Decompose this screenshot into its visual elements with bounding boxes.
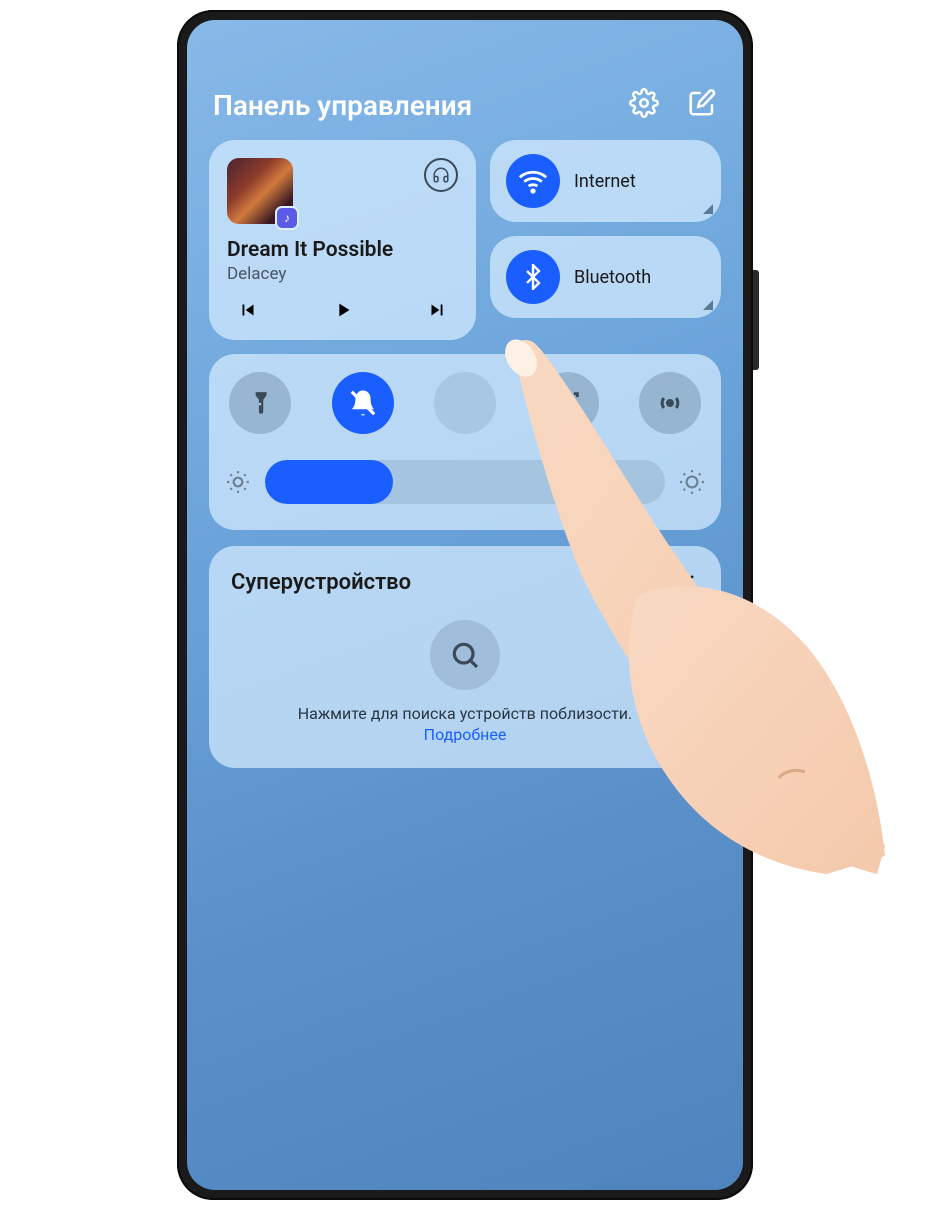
- brightness-fill: [265, 460, 393, 504]
- skip-next-icon: [426, 299, 448, 321]
- search-devices-button[interactable]: [430, 620, 500, 690]
- skip-previous-icon: [237, 299, 259, 321]
- expand-indicator-icon: [703, 300, 713, 310]
- bluetooth-circle: [506, 250, 560, 304]
- album-art: ♪: [227, 158, 293, 224]
- sun-dim-icon: [225, 469, 251, 495]
- music-controls: [227, 298, 458, 322]
- brightness-control: [225, 460, 705, 504]
- header-actions: [629, 88, 717, 122]
- cast-icon: [432, 166, 450, 184]
- wifi-toggle[interactable]: Internet: [490, 140, 721, 222]
- phone-frame: Панель управления ♪: [177, 10, 753, 1200]
- broadcast-icon: [655, 388, 685, 418]
- flashlight-icon: [247, 390, 273, 416]
- header: Панель управления: [213, 88, 717, 122]
- connectivity-column: Internet Bluetooth: [490, 140, 721, 340]
- music-app-badge-icon: ♪: [275, 206, 299, 230]
- wifi-icon: [518, 166, 548, 196]
- wifi-label: Internet: [574, 171, 636, 192]
- flashlight-toggle[interactable]: [229, 372, 291, 434]
- play-button[interactable]: [328, 298, 358, 322]
- music-widget[interactable]: ♪ Dream It Possible Delacey: [209, 140, 476, 340]
- wifi-circle: [506, 154, 560, 208]
- page-title: Панель управления: [213, 89, 472, 122]
- audio-output-button[interactable]: [424, 158, 458, 192]
- super-device-panel: Суперустройство Нажмите для поиска устро…: [209, 546, 721, 768]
- top-row: ♪ Dream It Possible Delacey: [209, 140, 721, 340]
- settings-button[interactable]: [629, 88, 659, 122]
- radar-icon[interactable]: [619, 568, 647, 596]
- brightness-slider[interactable]: [265, 460, 665, 504]
- quick-toggles-row: [225, 372, 705, 434]
- gear-icon: [629, 88, 659, 118]
- next-track-button[interactable]: [422, 298, 452, 322]
- super-device-title: Суперустройство: [231, 570, 411, 595]
- screenshot-icon: [554, 389, 582, 417]
- hidden-toggle[interactable]: [434, 372, 496, 434]
- bluetooth-toggle[interactable]: Bluetooth: [490, 236, 721, 318]
- mute-toggle[interactable]: [332, 372, 394, 434]
- edit-icon: [687, 88, 717, 118]
- super-device-hint: Нажмите для поиска устройств поблизости.: [231, 704, 699, 723]
- edit-button[interactable]: [687, 88, 717, 122]
- previous-track-button[interactable]: [233, 298, 263, 322]
- play-icon: [332, 299, 354, 321]
- search-icon: [449, 639, 481, 671]
- song-artist: Delacey: [227, 264, 458, 284]
- song-title: Dream It Possible: [227, 238, 458, 262]
- bluetooth-icon: [520, 264, 546, 290]
- screenshot-toggle[interactable]: [537, 372, 599, 434]
- expand-indicator-icon: [703, 204, 713, 214]
- sun-bright-icon: [679, 469, 705, 495]
- bell-off-icon: [348, 388, 378, 418]
- close-icon[interactable]: [675, 570, 699, 594]
- toggles-panel: [209, 354, 721, 530]
- control-panel-screen: Панель управления ♪: [187, 20, 743, 1190]
- nearby-share-toggle[interactable]: [639, 372, 701, 434]
- super-device-learn-more[interactable]: Подробнее: [231, 725, 699, 744]
- bluetooth-label: Bluetooth: [574, 267, 651, 288]
